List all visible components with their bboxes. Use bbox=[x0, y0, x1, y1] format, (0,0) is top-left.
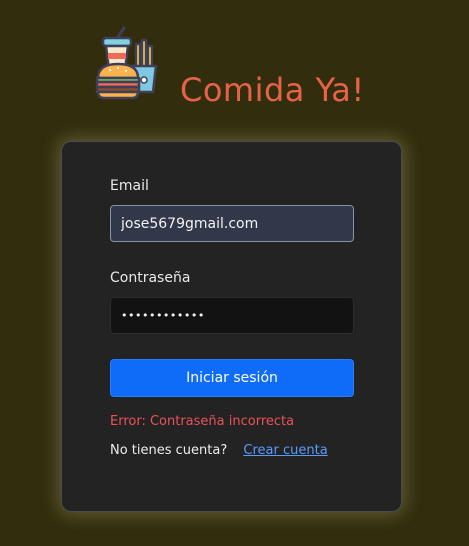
login-card: Email Contraseña Iniciar sesión Error: C… bbox=[61, 141, 402, 512]
email-label: Email bbox=[110, 178, 149, 194]
password-label: Contraseña bbox=[110, 270, 191, 286]
signup-row: No tienes cuenta? Crear cuenta bbox=[110, 443, 328, 459]
fast-food-combo-icon bbox=[95, 26, 158, 100]
password-field[interactable] bbox=[110, 297, 354, 334]
email-field[interactable] bbox=[110, 205, 354, 242]
app-title: Comida Ya! bbox=[180, 71, 365, 109]
app-header: Comida Ya! bbox=[94, 26, 404, 109]
error-message: Error: Contraseña incorrecta bbox=[110, 414, 295, 429]
create-account-link[interactable]: Crear cuenta bbox=[243, 443, 327, 458]
login-button[interactable]: Iniciar sesión bbox=[110, 359, 354, 397]
signup-prompt: No tienes cuenta? bbox=[110, 443, 228, 458]
